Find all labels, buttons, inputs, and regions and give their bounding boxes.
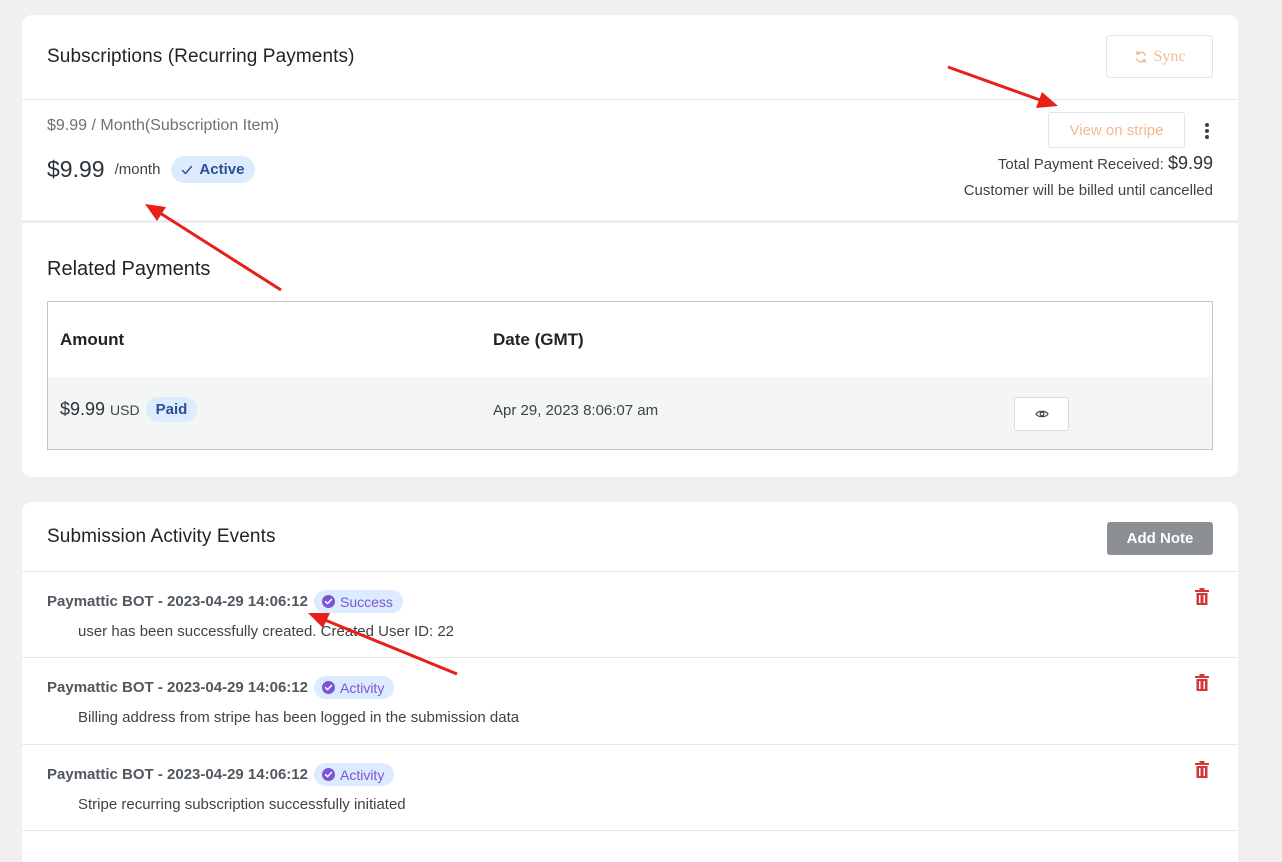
activity-event-divider bbox=[22, 830, 1238, 861]
column-date: Date (GMT) bbox=[493, 330, 584, 349]
payment-date: Apr 29, 2023 8:06:07 am bbox=[493, 402, 659, 419]
trash-icon[interactable] bbox=[1194, 761, 1210, 779]
view-on-stripe-button[interactable]: View on stripe bbox=[1048, 112, 1185, 148]
check-icon bbox=[182, 165, 193, 174]
event-badge: Activity bbox=[313, 676, 395, 699]
table-header: Amount Date (GMT) bbox=[48, 302, 1212, 378]
payment-amount: $9.99 USD Paid bbox=[60, 397, 198, 422]
activity-header: Submission Activity Events Add Note bbox=[22, 502, 1238, 572]
event-badge: Activity bbox=[313, 763, 395, 786]
billing-note: Customer will be billed until cancelled bbox=[963, 182, 1213, 199]
activity-event: Paymattic BOT - 2023-04-29 14:06:12 Acti… bbox=[22, 744, 1238, 831]
event-text: Billing address from stripe has been log… bbox=[78, 709, 520, 726]
event-badge-label: Activity bbox=[339, 679, 385, 696]
activity-event: Paymattic BOT - 2023-04-29 14:06:12 Acti… bbox=[22, 657, 1238, 744]
check-circle-icon bbox=[321, 595, 335, 608]
event-text: user has been successfully created. Crea… bbox=[78, 623, 455, 640]
more-vertical-icon[interactable] bbox=[1204, 122, 1210, 140]
related-payments-title: Related Payments bbox=[47, 258, 211, 280]
event-author: Paymattic BOT - 2023-04-29 14:06:12 bbox=[47, 679, 308, 696]
subscriptions-header: Subscriptions (Recurring Payments) Sync bbox=[22, 15, 1238, 100]
column-amount: Amount bbox=[60, 330, 125, 349]
divider bbox=[22, 220, 1238, 223]
total-label: Total Payment Received: bbox=[997, 156, 1164, 173]
event-badge-label: Success bbox=[339, 593, 393, 610]
subscriptions-title: Subscriptions (Recurring Payments) bbox=[47, 46, 355, 67]
event-author: Paymattic BOT - 2023-04-29 14:06:12 bbox=[47, 593, 308, 610]
sync-icon bbox=[1135, 50, 1146, 63]
total-value: $9.99 bbox=[1167, 153, 1213, 173]
sync-label: Sync bbox=[1153, 47, 1186, 65]
activity-title: Submission Activity Events bbox=[47, 526, 276, 547]
add-note-button[interactable]: Add Note bbox=[1107, 522, 1213, 555]
event-header: Paymattic BOT - 2023-04-29 14:06:12 Acti… bbox=[47, 676, 395, 699]
activity-event: Paymattic BOT - 2023-04-29 14:06:12 Succ… bbox=[22, 571, 1238, 658]
trash-icon[interactable] bbox=[1194, 674, 1210, 692]
paid-badge: Paid bbox=[145, 397, 198, 422]
activity-events-card: Submission Activity Events Add Note Paym… bbox=[22, 502, 1238, 862]
event-badge-label: Activity bbox=[339, 766, 385, 783]
price: $9.99 bbox=[47, 156, 105, 182]
price-row: $9.99 /month Active bbox=[47, 156, 256, 183]
status-label: Active bbox=[199, 161, 245, 178]
trash-icon[interactable] bbox=[1194, 588, 1210, 606]
payments-table: Amount Date (GMT) $9.99 USD Paid Apr 29,… bbox=[47, 301, 1213, 450]
eye-icon bbox=[1034, 410, 1049, 418]
check-circle-icon bbox=[321, 768, 335, 781]
sync-button[interactable]: Sync bbox=[1106, 35, 1213, 78]
table-row: $9.99 USD Paid Apr 29, 2023 8:06:07 am bbox=[48, 377, 1212, 449]
total-payment-received: Total Payment Received: $9.99 bbox=[998, 153, 1213, 174]
interval: /month bbox=[114, 161, 161, 178]
plan-name: $9.99 / Month(Subscription Item) bbox=[47, 117, 280, 134]
event-text: Stripe recurring subscription successful… bbox=[78, 796, 406, 813]
status-badge: Active bbox=[171, 156, 256, 183]
amount-value: $9.99 bbox=[60, 399, 106, 419]
event-badge: Success bbox=[313, 590, 403, 613]
currency: USD bbox=[110, 401, 140, 418]
event-header: Paymattic BOT - 2023-04-29 14:06:12 Acti… bbox=[47, 763, 395, 786]
event-header: Paymattic BOT - 2023-04-29 14:06:12 Succ… bbox=[47, 590, 403, 613]
subscriptions-card: Subscriptions (Recurring Payments) Sync … bbox=[22, 15, 1238, 477]
event-author: Paymattic BOT - 2023-04-29 14:06:12 bbox=[47, 766, 308, 783]
check-circle-icon bbox=[321, 681, 335, 694]
view-payment-button[interactable] bbox=[1014, 397, 1069, 431]
